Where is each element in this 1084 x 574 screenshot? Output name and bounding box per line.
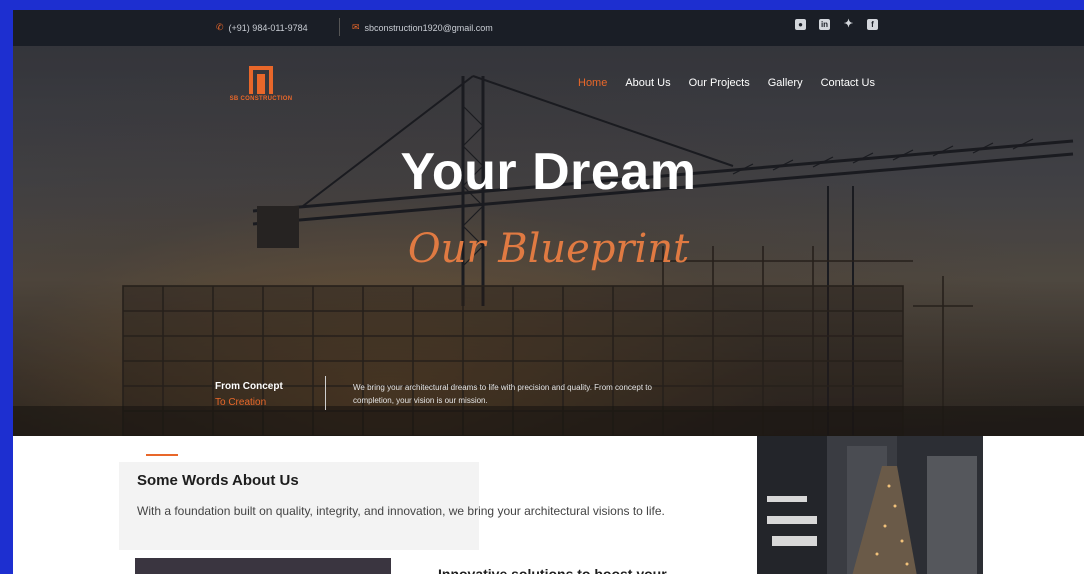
- browser-viewport: ✆ (+91) 984-011-9784 ✉ sbconstruction192…: [13, 10, 1084, 574]
- innovation-heading: Innovative solutions to boost your: [438, 566, 667, 574]
- instagram-icon[interactable]: ●: [795, 19, 806, 30]
- nav-about-us[interactable]: About Us: [625, 77, 670, 89]
- main-nav: Home About Us Our Projects Gallery Conta…: [578, 77, 875, 89]
- about-section: Some Words About Us With a foundation bu…: [13, 436, 1084, 574]
- about-text: With a foundation built on quality, inte…: [137, 504, 665, 518]
- logo-building-icon: [247, 60, 275, 94]
- top-contact-bar: ✆ (+91) 984-011-9784 ✉ sbconstruction192…: [13, 10, 1084, 46]
- phone-contact[interactable]: ✆ (+91) 984-011-9784: [216, 22, 308, 33]
- mail-icon: ✉: [352, 22, 360, 32]
- concept-line-2: To Creation: [215, 397, 267, 408]
- social-links: ● in ✦ f: [795, 19, 878, 30]
- facebook-icon[interactable]: f: [867, 19, 878, 30]
- nav-our-projects[interactable]: Our Projects: [689, 77, 750, 89]
- phone-icon: ✆: [216, 22, 224, 32]
- email-address: sbconstruction1920@gmail.com: [364, 22, 493, 33]
- hero-description: We bring your architectural dreams to li…: [353, 383, 652, 405]
- email-contact[interactable]: ✉ sbconstruction1920@gmail.com: [352, 22, 493, 33]
- about-title: Some Words About Us: [137, 472, 299, 489]
- project-thumbnail: [135, 558, 391, 574]
- hero-section: SB CONSTRUCTION Home About Us Our Projec…: [13, 46, 1084, 436]
- city-street-image: [757, 436, 983, 574]
- concept-line-1: From Concept: [215, 381, 283, 392]
- hero-title: Your Dream: [400, 143, 697, 201]
- logo-text: SB CONSTRUCTION: [229, 96, 293, 102]
- site-logo[interactable]: SB CONSTRUCTION: [223, 60, 299, 110]
- section-accent-line: [146, 454, 178, 456]
- hero-script-title: Our Blueprint: [407, 226, 690, 272]
- linkedin-icon[interactable]: in: [819, 19, 830, 30]
- tagline-divider: [325, 376, 326, 410]
- phone-number: (+91) 984-011-9784: [228, 22, 308, 33]
- concept-tagline: From Concept To Creation: [215, 379, 283, 411]
- nav-gallery[interactable]: Gallery: [768, 77, 803, 89]
- nav-contact-us[interactable]: Contact Us: [821, 77, 875, 89]
- twitter-icon[interactable]: ✦: [843, 19, 854, 30]
- topbar-divider: [339, 18, 340, 36]
- nav-home[interactable]: Home: [578, 77, 607, 89]
